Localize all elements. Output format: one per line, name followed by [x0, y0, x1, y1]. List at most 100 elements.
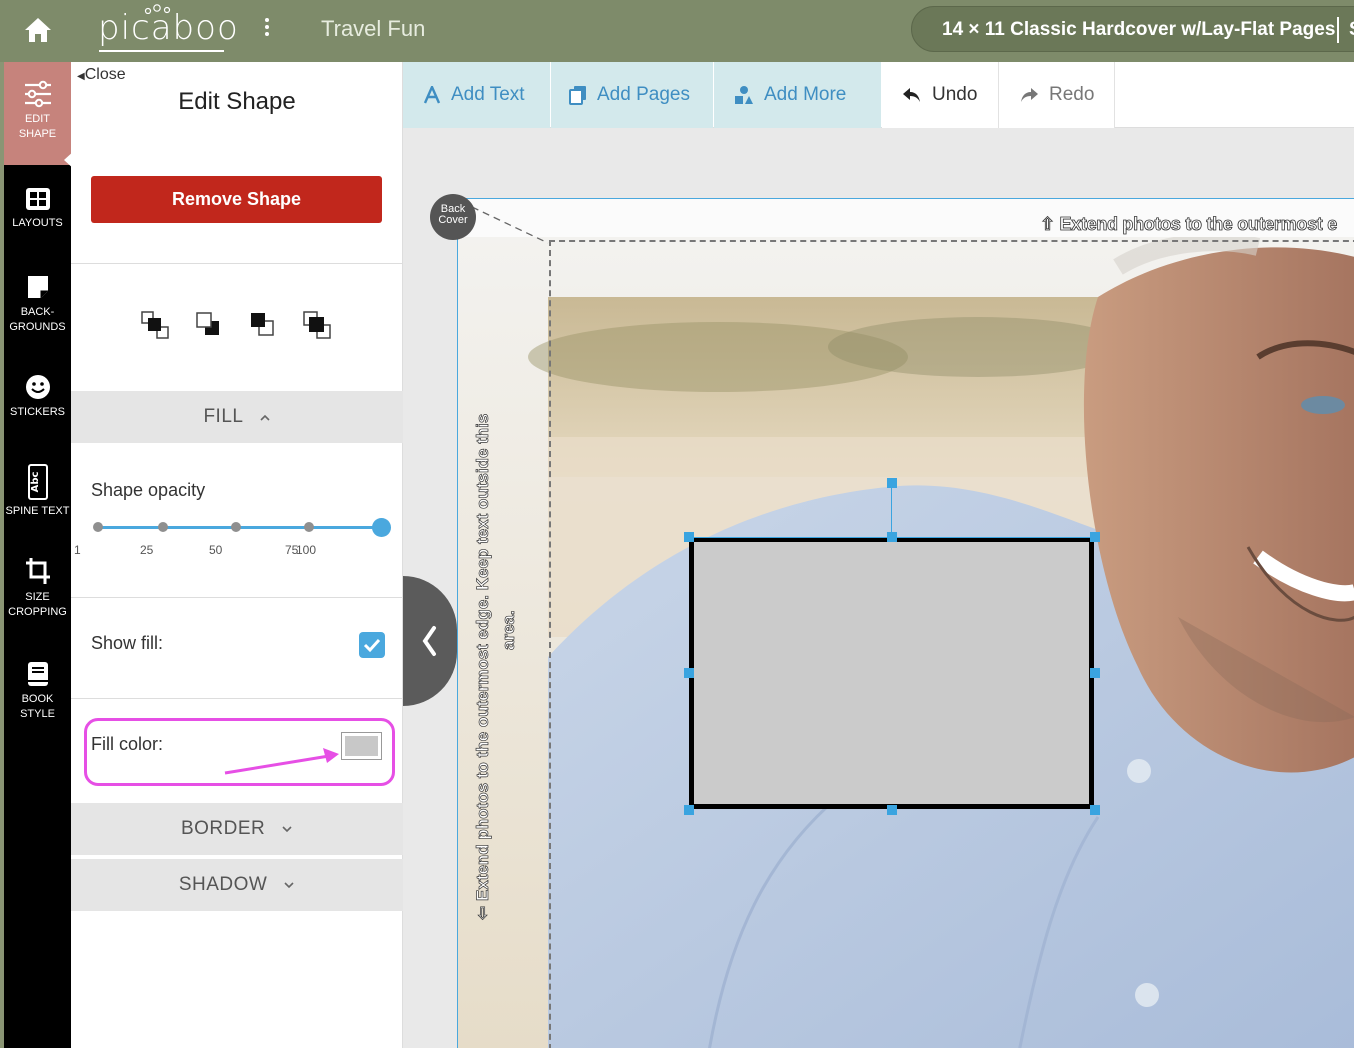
add-more-button[interactable]: Add More — [714, 62, 881, 128]
swatch-color — [345, 736, 378, 756]
back-cover-badge: Back Cover — [430, 194, 476, 240]
show-fill-label: Show fill: — [91, 633, 164, 653]
rail-stickers[interactable]: STICKERS — [4, 373, 71, 420]
slider-stop[interactable] — [158, 522, 168, 532]
redo-icon — [1021, 88, 1038, 102]
side-note-line-1: Extend photos to the outermost edge. Kee… — [473, 413, 493, 902]
fill-color-swatch[interactable] — [341, 732, 382, 760]
shadow-header-label: SHADOW — [178, 874, 268, 895]
show-fill-checkbox[interactable] — [359, 632, 385, 658]
rotate-handle[interactable] — [887, 478, 897, 488]
close-label: Close — [84, 66, 126, 83]
crop-icon — [25, 558, 50, 584]
divider — [71, 698, 403, 699]
rail-label: STICKERS — [9, 406, 65, 418]
rail-layouts[interactable]: LAYOUTS — [4, 186, 71, 231]
slider-stop[interactable] — [93, 522, 103, 532]
rail-book-style[interactable]: BOOK STYLE — [4, 660, 71, 722]
undo-label: Undo — [932, 84, 978, 105]
side-note-line-2: area. — [499, 610, 519, 650]
pointer-arrow-icon — [224, 748, 339, 775]
redo-button[interactable]: Redo — [999, 62, 1115, 128]
extend-guide-top: ⇧ Extend photos to the outermost e — [1040, 214, 1338, 235]
book-icon — [27, 662, 48, 686]
bring-to-front-icon[interactable] — [137, 307, 173, 343]
product-tail: S — [1349, 19, 1354, 41]
spine-text-icon: Abc — [27, 464, 48, 500]
add-pages-label: Add Pages — [597, 84, 690, 105]
bring-forward-icon[interactable] — [245, 307, 281, 343]
remove-shape-button[interactable]: Remove Shape — [91, 176, 382, 223]
add-pages-button[interactable]: Add Pages — [551, 62, 713, 128]
resize-handle-e[interactable] — [1090, 668, 1100, 678]
divider — [71, 597, 403, 598]
picaboo-logo[interactable]: picaboo — [98, 8, 239, 48]
undo-button[interactable]: Undo — [882, 62, 999, 128]
tick-label: 100 — [296, 543, 317, 557]
project-title[interactable]: Travel Fun — [321, 16, 425, 42]
chevron-up-icon — [259, 414, 270, 421]
resize-handle-sw[interactable] — [684, 805, 694, 815]
resize-handle-s[interactable] — [887, 805, 897, 815]
rotation-line — [891, 484, 892, 537]
rail-size-cropping[interactable]: SIZE CROPPING — [4, 556, 71, 620]
border-section-header[interactable]: BORDER — [71, 803, 403, 855]
sliders-icon — [24, 80, 51, 108]
fold-guide-line — [471, 206, 549, 244]
resize-handle-nw[interactable] — [684, 532, 694, 542]
rail-label: BACK-GROUNDS — [9, 306, 66, 333]
divider — [71, 263, 403, 264]
rail-label: LAYOUTS — [12, 217, 63, 229]
slider-stop[interactable] — [231, 522, 241, 532]
close-button[interactable]: ◀Close — [77, 66, 126, 84]
slider-stop[interactable] — [304, 522, 314, 532]
fill-header-label: FILL — [203, 406, 243, 427]
rail-backgrounds[interactable]: BACK-GROUNDS — [4, 273, 71, 335]
rail-label: SPINE TEXT — [5, 505, 70, 517]
smiley-icon — [25, 375, 50, 399]
product-separator — [1337, 17, 1339, 43]
send-to-back-icon[interactable] — [299, 307, 335, 343]
resize-handle-w[interactable] — [684, 668, 694, 678]
opacity-slider-knob[interactable] — [372, 518, 391, 537]
top-bar: picaboo Travel Fun 14 × 11 Classic Hardc… — [0, 0, 1354, 62]
caret-left-icon: ◀ — [77, 71, 85, 82]
arrow-up-icon: ⇧ — [1040, 214, 1056, 235]
shadow-section-header[interactable]: SHADOW — [71, 859, 403, 911]
chevron-left-icon — [422, 626, 436, 656]
send-backward-icon[interactable] — [191, 307, 227, 343]
resize-handle-ne[interactable] — [1090, 532, 1100, 542]
arrow-left-icon: ⇦ — [473, 905, 493, 920]
tool-rail: EDIT SHAPE LAYOUTS BACK-GROUNDS STICKERS… — [0, 62, 75, 1048]
product-selector[interactable]: 14 × 11 Classic Hardcover w/Lay-Flat Pag… — [911, 6, 1354, 52]
svg-text:Abc: Abc — [30, 472, 41, 493]
resize-handle-se[interactable] — [1090, 805, 1100, 815]
collapse-panel-button[interactable] — [403, 576, 457, 706]
edit-shape-panel: ◀Close Edit Shape Remove Shape FILL Shap… — [71, 62, 403, 1048]
fill-section-header[interactable]: FILL — [71, 391, 403, 443]
resize-handle-n[interactable] — [887, 532, 897, 542]
selected-rectangle-shape[interactable] — [689, 537, 1094, 809]
text-a-icon — [423, 86, 441, 104]
undo-icon — [903, 88, 920, 102]
tick-label: 25 — [140, 543, 154, 557]
extend-guide-side: ⇦ Extend photos to the outermost edge. K… — [470, 360, 522, 920]
home-icon[interactable] — [22, 14, 54, 46]
background-icon — [27, 276, 48, 298]
add-text-button[interactable]: Add Text — [403, 62, 550, 128]
fill-color-label: Fill color: — [91, 734, 164, 754]
rail-label: BOOK STYLE — [20, 693, 55, 720]
layout-grid-icon — [25, 188, 50, 210]
opacity-label: Shape opacity — [91, 480, 206, 500]
tick-label: 50 — [209, 543, 223, 557]
add-text-label: Add Text — [451, 84, 525, 105]
rail-edit-shape[interactable]: EDIT SHAPE — [4, 62, 71, 165]
redo-label: Redo — [1049, 84, 1095, 105]
border-header-label: BORDER — [180, 818, 266, 839]
more-menu-icon[interactable] — [262, 18, 272, 40]
rail-label: EDIT SHAPE — [18, 113, 57, 140]
rail-spine-text[interactable]: Abc SPINE TEXT — [4, 464, 71, 519]
logo-underline — [99, 50, 224, 52]
pages-icon — [569, 86, 586, 105]
extend-top-text: Extend photos to the outermost e — [1059, 214, 1338, 235]
